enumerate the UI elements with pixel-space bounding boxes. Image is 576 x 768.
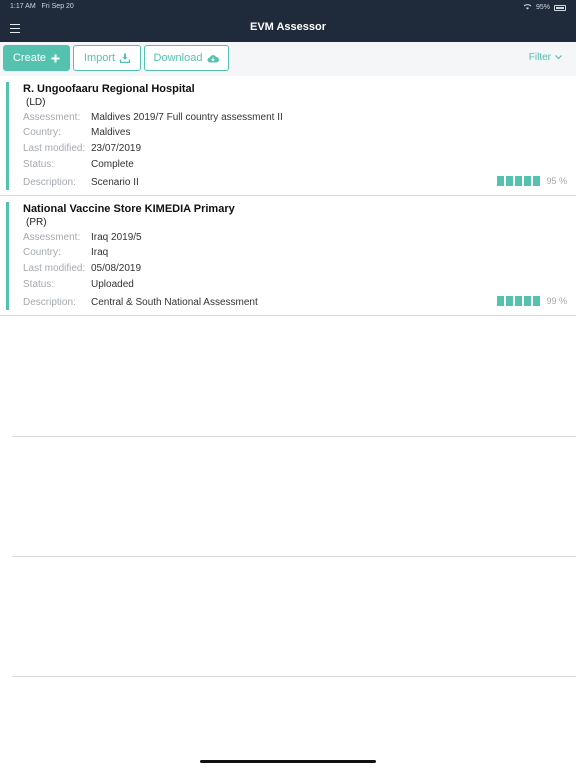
assessment-list: R. Ungoofaaru Regional Hospital (LD) Ass… bbox=[0, 76, 576, 316]
download-tray-icon bbox=[120, 53, 131, 63]
last-modified-value: 23/07/2019 bbox=[91, 143, 142, 154]
import-button[interactable]: Import bbox=[73, 45, 141, 71]
status-value: Complete bbox=[91, 159, 134, 170]
status-right: 95% bbox=[523, 3, 566, 12]
toolbar: Create Import Download Filter bbox=[0, 42, 576, 76]
card-accent-bar bbox=[6, 82, 9, 190]
list-divider bbox=[12, 436, 576, 437]
country-value: Iraq bbox=[91, 247, 109, 258]
filter-dropdown[interactable]: Filter bbox=[529, 52, 562, 63]
description-value: Scenario II bbox=[91, 177, 139, 188]
assessment-card[interactable]: National Vaccine Store KIMEDIA Primary (… bbox=[0, 196, 576, 316]
battery-icon bbox=[554, 4, 566, 11]
download-button[interactable]: Download bbox=[144, 45, 229, 71]
progress-segment bbox=[533, 296, 541, 306]
progress-percent: 95 % bbox=[546, 176, 567, 186]
nav-bar: EVM Assessor bbox=[0, 14, 576, 42]
progress-segment bbox=[497, 176, 505, 186]
chevron-down-icon bbox=[555, 55, 562, 60]
filter-label: Filter bbox=[528, 52, 551, 63]
card-accent-bar bbox=[6, 202, 9, 310]
progress-segment bbox=[524, 296, 532, 306]
progress-segment bbox=[506, 296, 514, 306]
progress-segment bbox=[515, 296, 523, 306]
facility-code: (LD) bbox=[26, 97, 46, 108]
list-divider bbox=[12, 676, 576, 677]
status-value: Uploaded bbox=[91, 279, 134, 290]
last-modified-value: 05/08/2019 bbox=[91, 263, 142, 274]
download-label: Download bbox=[153, 52, 203, 64]
progress-segment bbox=[515, 176, 523, 186]
status-bar: 1:17 AM Fri Sep 20 95% bbox=[0, 0, 576, 14]
import-label: Import bbox=[83, 52, 116, 64]
status-date: Fri Sep 20 bbox=[41, 3, 74, 10]
list-divider bbox=[12, 556, 576, 557]
description-value: Central & South National Assessment bbox=[91, 297, 258, 308]
progress-segment bbox=[497, 296, 505, 306]
status-time: 1:17 AM Fri Sep 20 bbox=[10, 3, 74, 10]
progress-segment bbox=[524, 176, 532, 186]
assessment-card[interactable]: R. Ungoofaaru Regional Hospital (LD) Ass… bbox=[0, 76, 576, 196]
facility-name: National Vaccine Store KIMEDIA Primary bbox=[23, 203, 235, 215]
country-value: Maldives bbox=[91, 127, 131, 138]
plus-icon bbox=[51, 54, 60, 63]
create-label: Create bbox=[12, 52, 47, 64]
progress-indicator: 99 % bbox=[497, 296, 567, 306]
create-button[interactable]: Create bbox=[3, 45, 70, 71]
progress-indicator: 95 % bbox=[497, 176, 567, 186]
assessment-value: Iraq 2019/5 bbox=[91, 232, 142, 243]
battery-percent: 95% bbox=[535, 4, 550, 11]
cloud-download-icon bbox=[207, 54, 220, 63]
home-indicator[interactable] bbox=[200, 760, 376, 763]
wifi-icon bbox=[523, 3, 532, 12]
facility-name: R. Ungoofaaru Regional Hospital bbox=[23, 83, 195, 95]
progress-segment bbox=[506, 176, 514, 186]
assessment-value: Maldives 2019/7 Full country assessment … bbox=[91, 112, 283, 123]
progress-segment bbox=[533, 176, 541, 186]
status-time-text: 1:17 AM bbox=[10, 3, 36, 10]
progress-percent: 99 % bbox=[546, 296, 567, 306]
page-title: EVM Assessor bbox=[249, 21, 327, 33]
facility-code: (PR) bbox=[26, 217, 47, 228]
